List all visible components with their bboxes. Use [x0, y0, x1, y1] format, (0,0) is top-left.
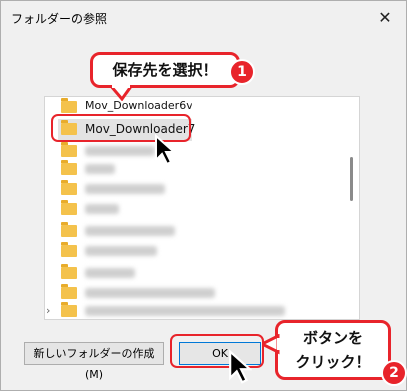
- callout-step1: 保存先を選択！: [90, 52, 240, 88]
- tree-item[interactable]: ›: [45, 301, 337, 319]
- obscured-label: [85, 288, 215, 298]
- folder-icon: [61, 142, 77, 157]
- obscured-label: [85, 268, 135, 278]
- folder-icon: [61, 200, 77, 215]
- obscured-label: [85, 246, 157, 256]
- mouse-cursor-icon: [155, 134, 176, 166]
- tree-item[interactable]: [45, 199, 337, 219]
- folder-icon: [61, 160, 77, 175]
- callout-step2-line2: クリック！: [295, 353, 371, 371]
- tree-item[interactable]: [45, 241, 337, 261]
- obscured-label: [85, 204, 119, 214]
- obscured-label: [85, 306, 285, 316]
- callout-step2-tail: [262, 334, 280, 355]
- callout-step1-tail: [110, 85, 134, 101]
- title-bar: フォルダーの参照 ✕: [1, 1, 406, 35]
- folder-icon: [61, 264, 77, 279]
- callout-step2-line1: ボタンを: [302, 329, 363, 347]
- callout-step1-text: 保存先を選択！: [112, 61, 218, 79]
- obscured-label: [85, 146, 155, 156]
- folder-icon: [61, 284, 77, 299]
- obscured-label: [85, 226, 175, 236]
- tree-item[interactable]: [45, 283, 337, 303]
- tree-item-label: Mov_Downloader6v2: [85, 99, 200, 112]
- folder-icon: [61, 222, 77, 237]
- tree-item[interactable]: [45, 221, 337, 241]
- tree-item[interactable]: [45, 159, 337, 179]
- tree-item[interactable]: [45, 179, 337, 199]
- vertical-scrollbar[interactable]: [350, 157, 353, 201]
- folder-icon: [61, 242, 77, 257]
- callout-step2: ボタンを クリック！: [275, 320, 391, 380]
- close-icon[interactable]: ✕: [374, 7, 396, 29]
- obscured-label: [85, 184, 165, 194]
- folder-icon: [61, 98, 77, 113]
- mouse-cursor-icon: [229, 349, 252, 384]
- folder-icon: [61, 302, 77, 317]
- step-1-badge: 1: [229, 59, 255, 85]
- chevron-right-icon[interactable]: ›: [46, 304, 50, 317]
- tree-item[interactable]: [45, 141, 337, 161]
- obscured-label: [85, 164, 115, 174]
- new-folder-button[interactable]: 新しいフォルダーの作成(M): [24, 342, 164, 381]
- dialog-title: フォルダーの参照: [11, 12, 108, 26]
- step-2-badge: 2: [381, 360, 407, 386]
- tree-item[interactable]: [45, 263, 337, 283]
- folder-icon: [61, 180, 77, 195]
